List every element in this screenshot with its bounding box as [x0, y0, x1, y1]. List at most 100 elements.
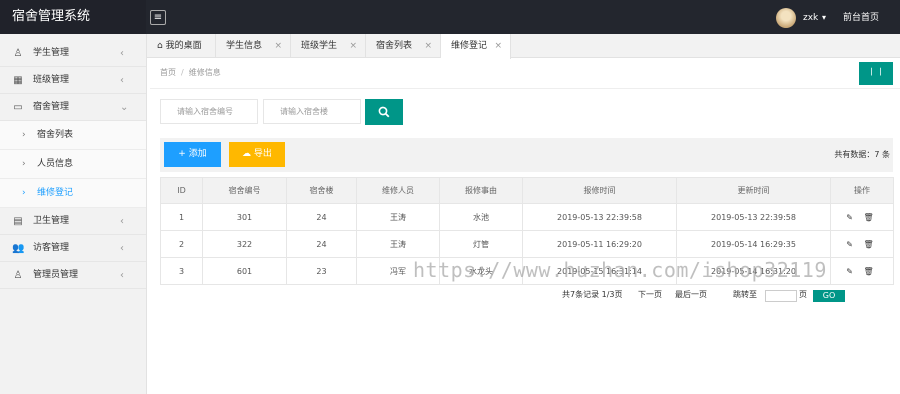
pager-last[interactable]: 最后一页	[675, 287, 707, 303]
edit-delete-icons[interactable]: ✎ 🗑	[846, 213, 877, 222]
front-page-link[interactable]: 前台首页	[843, 0, 879, 36]
cell-building: 24	[286, 203, 357, 231]
table-row: 1 301 24 王涛 水池 2019-05-13 22:39:58 2019-…	[160, 203, 894, 231]
export-button-label: 导出	[253, 149, 272, 159]
column-header: 宿舍楼	[286, 177, 357, 204]
cell-building: 23	[286, 257, 357, 285]
sidebar-item-admins[interactable]: ♙ 管理员管理 ‹	[0, 262, 146, 289]
add-button-label: 添加	[188, 149, 207, 159]
pager-page-unit: 页	[799, 290, 807, 299]
column-header: 操作	[830, 177, 894, 204]
sidebar-subitem-dorm-list[interactable]: › 宿舍列表	[0, 121, 146, 150]
add-button[interactable]: + 添加	[164, 142, 221, 167]
tab-bar: ⌂ 我的桌面 学生信息 × 班级学生 × 宿舍列表 × 维修登记 ×	[147, 34, 900, 59]
table-toolbar: + 添加 ☁ 导出 共有数据：7 条	[160, 138, 893, 172]
chevron-left-icon: ‹	[120, 243, 124, 254]
sidebar: ♙ 学生管理 ‹ ▦ 班级管理 ‹ ▭ 宿舍管理 ⌄ › 宿舍列表 › 人员信息…	[0, 34, 147, 394]
sidebar-item-label: 访客管理	[33, 243, 70, 253]
tab-label: 宿舍列表	[376, 41, 413, 51]
tab-label: 我的桌面	[165, 41, 202, 51]
chevron-right-icon: ›	[22, 130, 26, 140]
cell-actions: ✎ 🗑	[830, 203, 894, 231]
table-row: 2 322 24 王涛 灯管 2019-05-11 16:29:20 2019-…	[160, 230, 894, 258]
close-icon[interactable]: ×	[424, 34, 432, 58]
tab-label: 维修登记	[451, 41, 488, 51]
cell-report-time: 2019-05-11 16:29:20	[522, 230, 677, 258]
close-icon[interactable]: ×	[349, 34, 357, 58]
chevron-left-icon: ‹	[120, 48, 124, 59]
column-header: 维修人员	[356, 177, 440, 204]
menu-toggle-icon[interactable]: ≡	[150, 10, 166, 25]
users-icon: 👥	[12, 243, 25, 254]
edit-delete-icons[interactable]: ✎ 🗑	[846, 240, 877, 249]
breadcrumb-current: 维修信息	[188, 68, 221, 77]
cell-update-time: 2019-05-14 16:29:35	[676, 230, 831, 258]
chevron-down-icon[interactable]: ▾	[822, 0, 826, 35]
cell-repairer: 王涛	[356, 203, 440, 231]
breadcrumb-separator: /	[181, 68, 184, 77]
pager-jump-label: 跳转至	[733, 290, 757, 299]
divider	[150, 88, 900, 89]
watermark: https://www.huzhan.com/ishop32119	[413, 258, 827, 282]
chevron-left-icon: ‹	[120, 75, 124, 86]
sidebar-subitem-label: 维修登记	[37, 188, 74, 198]
document-icon: ▤	[13, 216, 23, 227]
breadcrumb-home[interactable]: 首页	[160, 68, 176, 77]
calendar-icon: ▦	[13, 75, 23, 86]
sidebar-item-dorms[interactable]: ▭ 宿舍管理 ⌄	[0, 94, 146, 121]
cell-id: 1	[160, 203, 203, 231]
tab-class-students[interactable]: 班级学生 ×	[291, 34, 366, 58]
cell-repairer: 王涛	[356, 230, 440, 258]
user-icon: ♙	[13, 48, 23, 59]
cell-dorm-no: 322	[202, 230, 287, 258]
column-header: 报修事由	[439, 177, 523, 204]
sidebar-subitem-label: 人员信息	[37, 159, 74, 169]
cell-building: 24	[286, 230, 357, 258]
close-icon[interactable]: ×	[494, 34, 502, 58]
pager-next[interactable]: 下一页	[638, 287, 662, 303]
cell-actions: ✎ 🗑	[830, 257, 894, 285]
table-header-row: ID 宿舍编号 宿舍楼 维修人员 报修事由 报修时间 更新时间 操作	[160, 177, 894, 204]
tab-dorm-list[interactable]: 宿舍列表 ×	[366, 34, 441, 58]
sidebar-item-visitors[interactable]: 👥 访客管理 ‹	[0, 235, 146, 262]
cell-reason: 水池	[439, 203, 523, 231]
plus-icon: +	[178, 149, 186, 159]
pager-summary: 共7条记录 1/3页	[562, 290, 623, 299]
chevron-left-icon: ‹	[120, 270, 124, 281]
column-header: 报修时间	[522, 177, 677, 204]
cloud-upload-icon: ☁	[242, 149, 252, 159]
cell-id: 3	[160, 257, 203, 285]
chevron-right-icon: ›	[22, 188, 26, 198]
sidebar-item-hygiene[interactable]: ▤ 卫生管理 ‹	[0, 208, 146, 235]
sidebar-item-classes[interactable]: ▦ 班级管理 ‹	[0, 67, 146, 94]
tab-desktop[interactable]: ⌂ 我的桌面	[147, 34, 216, 58]
app-title: 宿舍管理系统	[0, 0, 146, 34]
sidebar-item-label: 班级管理	[33, 75, 70, 85]
sidebar-subitem-repair[interactable]: › 维修登记	[0, 179, 146, 208]
chevron-right-icon: ›	[22, 159, 26, 169]
export-button[interactable]: ☁ 导出	[229, 142, 285, 167]
dorm-number-input[interactable]: 请输入宿舍编号	[160, 99, 258, 124]
tab-repair[interactable]: 维修登记 ×	[441, 34, 511, 59]
close-icon[interactable]: ×	[274, 34, 282, 58]
user-name[interactable]: zxk	[803, 0, 818, 36]
avatar[interactable]	[776, 8, 796, 28]
refresh-button[interactable]: 〡〡	[859, 62, 893, 85]
go-button[interactable]: GO	[813, 290, 845, 302]
column-header: 宿舍编号	[202, 177, 287, 204]
sidebar-subitem-personnel[interactable]: › 人员信息	[0, 150, 146, 179]
tab-label: 班级学生	[301, 41, 338, 51]
sidebar-item-students[interactable]: ♙ 学生管理 ‹	[0, 40, 146, 67]
page-jump-input[interactable]	[765, 290, 797, 302]
admin-icon: ♙	[13, 270, 23, 281]
sidebar-item-label: 学生管理	[33, 48, 70, 58]
search-button[interactable]	[365, 99, 403, 125]
cell-id: 2	[160, 230, 203, 258]
edit-delete-icons[interactable]: ✎ 🗑	[846, 267, 877, 276]
sidebar-item-label: 宿舍管理	[33, 102, 70, 112]
sidebar-subitem-label: 宿舍列表	[37, 130, 74, 140]
tab-label: 学生信息	[226, 41, 263, 51]
tab-student-info[interactable]: 学生信息 ×	[216, 34, 291, 58]
cell-report-time: 2019-05-13 22:39:58	[522, 203, 677, 231]
building-input[interactable]: 请输入宿舍楼	[263, 99, 361, 124]
